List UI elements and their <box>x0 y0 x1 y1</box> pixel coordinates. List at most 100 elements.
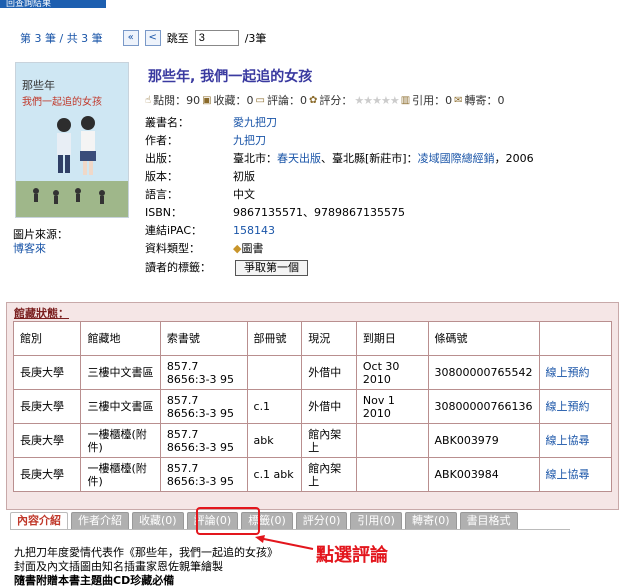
volume-cell: c.1 <box>246 389 303 424</box>
location-cell: 三樓中文書區 <box>80 355 161 390</box>
back-to-results-button[interactable]: 回查詢結果 <box>0 0 106 8</box>
book-cover-image: 那些年 我們一起追的女孩 <box>15 62 129 218</box>
table-row: 長庚大學 一樓櫃檯(附件) 857.7 8656:3-3 95 c.1 abk … <box>12 457 613 492</box>
jump-input[interactable] <box>194 30 239 46</box>
author-label: 作者： <box>145 134 178 147</box>
table-row: 長庚大學 一樓櫃檯(附件) 857.7 8656:3-3 95 abk 館內架上… <box>12 423 613 458</box>
col-header: 部冊號 <box>246 321 303 356</box>
col-header <box>538 321 613 356</box>
callno-cell: 857.7 8656:3-3 95 <box>159 423 248 458</box>
total-pages: /3筆 <box>244 32 267 45</box>
detail-tabs: 內容介紹 作者介紹 收藏(0) 評論(0) 標籤(0) 評分(0) 引用(0) … <box>10 512 518 530</box>
table-row: 長庚大學 三樓中文書區 857.7 8656:3-3 95 外借中 Oct 30… <box>12 355 613 390</box>
status-cell: 館內架上 <box>301 457 357 492</box>
add-first-tag-button[interactable]: 爭取第一個 <box>235 260 308 276</box>
book-title: 那些年, 我們一起追的女孩 <box>148 69 313 85</box>
status-cell: 外借中 <box>301 389 357 424</box>
location-cell: 三樓中文書區 <box>80 389 161 424</box>
image-source-link[interactable]: 博客來 <box>13 242 68 256</box>
views-count: 點閱：90 <box>153 94 201 107</box>
series-label: 叢書名： <box>145 116 189 129</box>
volume-cell: abk <box>246 423 303 458</box>
barcode-cell: 30800000766136 <box>427 389 540 424</box>
tab-forward[interactable]: 轉寄(0) <box>404 512 457 530</box>
intro-line: 隨書附贈本書主題曲CD珍藏必備 <box>14 574 175 587</box>
location-cell: 一樓櫃檯(附件) <box>80 457 161 492</box>
tab-ratings[interactable]: 評分(0) <box>295 512 348 530</box>
due-date-cell: Nov 1 2010 <box>355 389 429 424</box>
callno-cell: 857.7 8656:3-3 95 <box>159 457 248 492</box>
col-header: 館別 <box>12 321 82 356</box>
type-label: 資料類型： <box>145 242 200 255</box>
publish-label: 出版： <box>145 152 178 165</box>
isbn-value: 9867135571、9789867135575 <box>233 206 405 219</box>
publisher-link[interactable]: 春天出版 <box>277 152 321 165</box>
callno-cell: 857.7 8656:3-3 95 <box>159 355 248 390</box>
edition-value: 初版 <box>233 170 255 183</box>
cover-illustration <box>16 116 128 217</box>
reserve-link[interactable]: 線上預約 <box>546 366 590 379</box>
tab-content-intro[interactable]: 內容介紹 <box>10 512 68 530</box>
col-header: 到期日 <box>355 321 429 356</box>
jump-label: 跳至 <box>166 32 189 45</box>
col-header: 館藏地 <box>80 321 161 356</box>
forward-count: 轉寄：0 <box>464 94 505 107</box>
barcode-cell: ABK003984 <box>427 457 540 492</box>
branch-cell: 長庚大學 <box>12 389 82 424</box>
comments-count: 評論：0 <box>267 94 307 107</box>
image-source-label: 圖片來源： <box>13 228 68 241</box>
status-cell: 外借中 <box>301 355 357 390</box>
rating-icon: ✿ <box>309 94 318 106</box>
language-label: 語言： <box>145 188 178 201</box>
rating-stars[interactable]: ★★★★★ <box>354 94 399 107</box>
rating-label: 評分： <box>319 94 353 107</box>
stats-bar: ☝ 點閱：90 ▣ 收藏：0 ▭ 評論：0 ✿ 評分： ★★★★★ ▥ 引用：0 ✉ 轉寄：… <box>145 92 505 108</box>
tab-citations[interactable]: 引用(0) <box>350 512 402 530</box>
edition-label: 版本： <box>145 170 178 183</box>
first-page-button[interactable]: « <box>122 30 139 46</box>
volume-cell <box>246 355 303 390</box>
author-link[interactable]: 九把刀 <box>233 134 266 147</box>
search-request-link[interactable]: 線上協尋 <box>546 468 590 481</box>
callout-highlight-box <box>196 507 260 535</box>
publish-year: ，2006 <box>494 152 534 165</box>
prev-page-button[interactable]: < <box>144 30 161 46</box>
due-date-cell <box>355 457 429 492</box>
search-request-link[interactable]: 線上協尋 <box>546 434 590 447</box>
comments-icon: ▭ <box>255 94 265 106</box>
due-date-cell: Oct 30 2010 <box>355 355 429 390</box>
callout-text: 點選評論 <box>316 545 388 566</box>
ipac-label: 連結iPAC： <box>145 224 202 237</box>
series-link[interactable]: 愛九把刀 <box>233 116 277 129</box>
location-cell: 一樓櫃檯(附件) <box>80 423 161 458</box>
record-count: 第 3 筆 / 共 3 筆 <box>20 32 103 45</box>
publish-place: 臺北市： <box>233 152 277 165</box>
views-icon: ☝ <box>145 94 152 106</box>
branch-cell: 長庚大學 <box>12 423 82 458</box>
tab-favorites[interactable]: 收藏(0) <box>132 512 184 530</box>
branch-cell: 長庚大學 <box>12 355 82 390</box>
tab-divider <box>10 529 570 530</box>
reserve-link[interactable]: 線上預約 <box>546 400 590 413</box>
tags-label: 讀者的標籤： <box>145 261 211 274</box>
col-header: 現況 <box>301 321 357 356</box>
holdings-table: 館別 館藏地 索書號 部冊號 現況 到期日 條碼號 長庚大學 三樓中文書區 85… <box>12 321 613 492</box>
tab-author-intro[interactable]: 作者介紹 <box>71 512 129 530</box>
tab-bib-format[interactable]: 書目格式 <box>459 512 518 530</box>
forward-icon: ✉ <box>454 94 463 106</box>
isbn-label: ISBN： <box>145 206 183 219</box>
intro-line: 封面及內文插圖由知名插畫家恩佐親筆繪製 <box>14 560 223 573</box>
table-row: 長庚大學 三樓中文書區 857.7 8656:3-3 95 c.1 外借中 No… <box>12 389 613 424</box>
intro-text: 九把刀年度愛情代表作《那些年，我們一起追的女孩》 封面及內文插圖由知名插畫家恩佐… <box>14 546 278 588</box>
due-date-cell <box>355 423 429 458</box>
volume-cell: c.1 abk <box>246 457 303 492</box>
distributor-link[interactable]: 凌域國際總經銷 <box>418 152 495 165</box>
barcode-cell: 30800000765542 <box>427 355 540 390</box>
pager: 第 3 筆 / 共 3 筆 « < 跳至 /3筆 <box>20 28 266 48</box>
holdings-panel: 館藏狀態： 館別 館藏地 索書號 部冊號 現況 到期日 條碼號 長庚大學 三樓中… <box>6 302 619 510</box>
col-header: 條碼號 <box>427 321 540 356</box>
status-cell: 館內架上 <box>301 423 357 458</box>
ipac-link[interactable]: 158143 <box>233 224 275 237</box>
col-header: 索書號 <box>159 321 248 356</box>
image-source: 圖片來源： 博客來 <box>13 228 68 256</box>
